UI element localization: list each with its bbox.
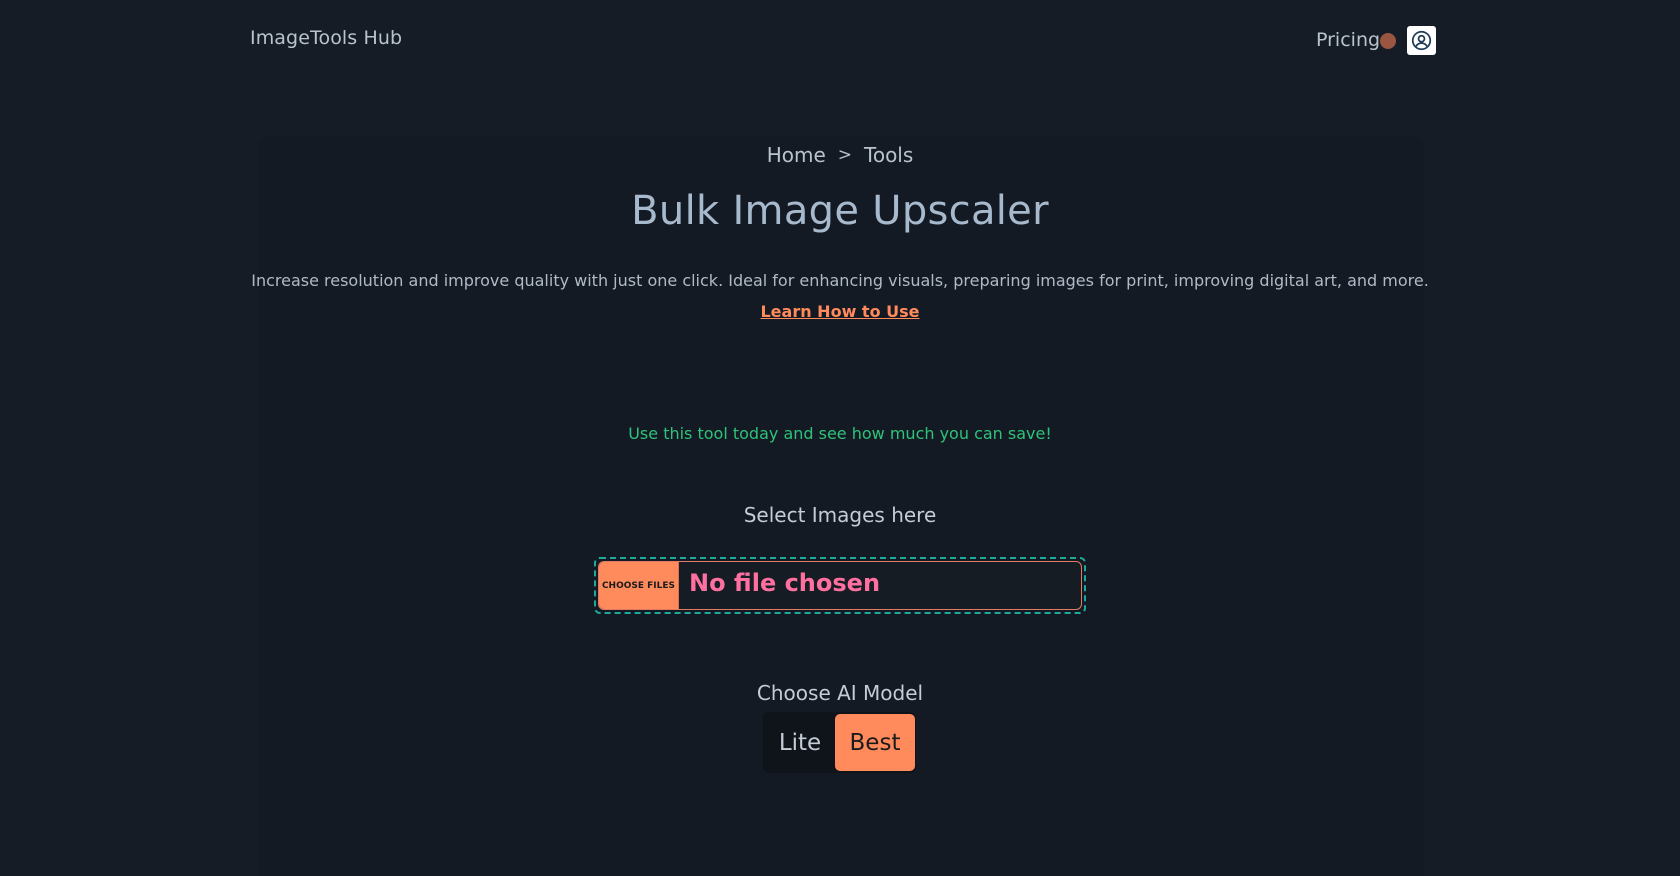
file-dropzone[interactable]: CHOOSE FILES No file chosen [594,557,1086,614]
site-header: ImageTools Hub Pricing [0,0,1680,80]
file-status-text: No file chosen [689,568,881,597]
model-option-lite[interactable]: Lite [765,714,835,771]
choose-model-label: Choose AI Model [756,681,924,705]
page-title: Bulk Image Upscaler [631,188,1049,234]
breadcrumb-separator: > [837,145,853,165]
brand-logo[interactable]: ImageTools Hub [250,27,402,49]
select-images-label: Select Images here [743,503,937,527]
file-input[interactable]: CHOOSE FILES No file chosen [598,561,1082,610]
model-option-best[interactable]: Best [835,714,915,771]
learn-how-to-use-link[interactable]: Learn How to Use [0,302,1680,321]
page: ImageTools Hub Pricing Home > Tools Bulk… [0,0,1680,876]
user-avatar-button[interactable] [1407,25,1437,55]
pricing-link[interactable]: Pricing [1316,29,1380,51]
promo-text: Use this tool today and see how much you… [628,424,1052,443]
user-circle-icon [1411,30,1432,50]
tool-description: Increase resolution and improve quality … [251,271,1429,290]
model-toggle: Lite Best [763,712,916,773]
breadcrumb: Home > Tools [0,143,1680,167]
choose-files-button[interactable]: CHOOSE FILES [599,562,679,609]
header-nav: Pricing [1316,25,1437,55]
breadcrumb-home[interactable]: Home [767,143,826,167]
notification-dot-icon [1380,33,1397,49]
breadcrumb-tools[interactable]: Tools [864,143,913,167]
